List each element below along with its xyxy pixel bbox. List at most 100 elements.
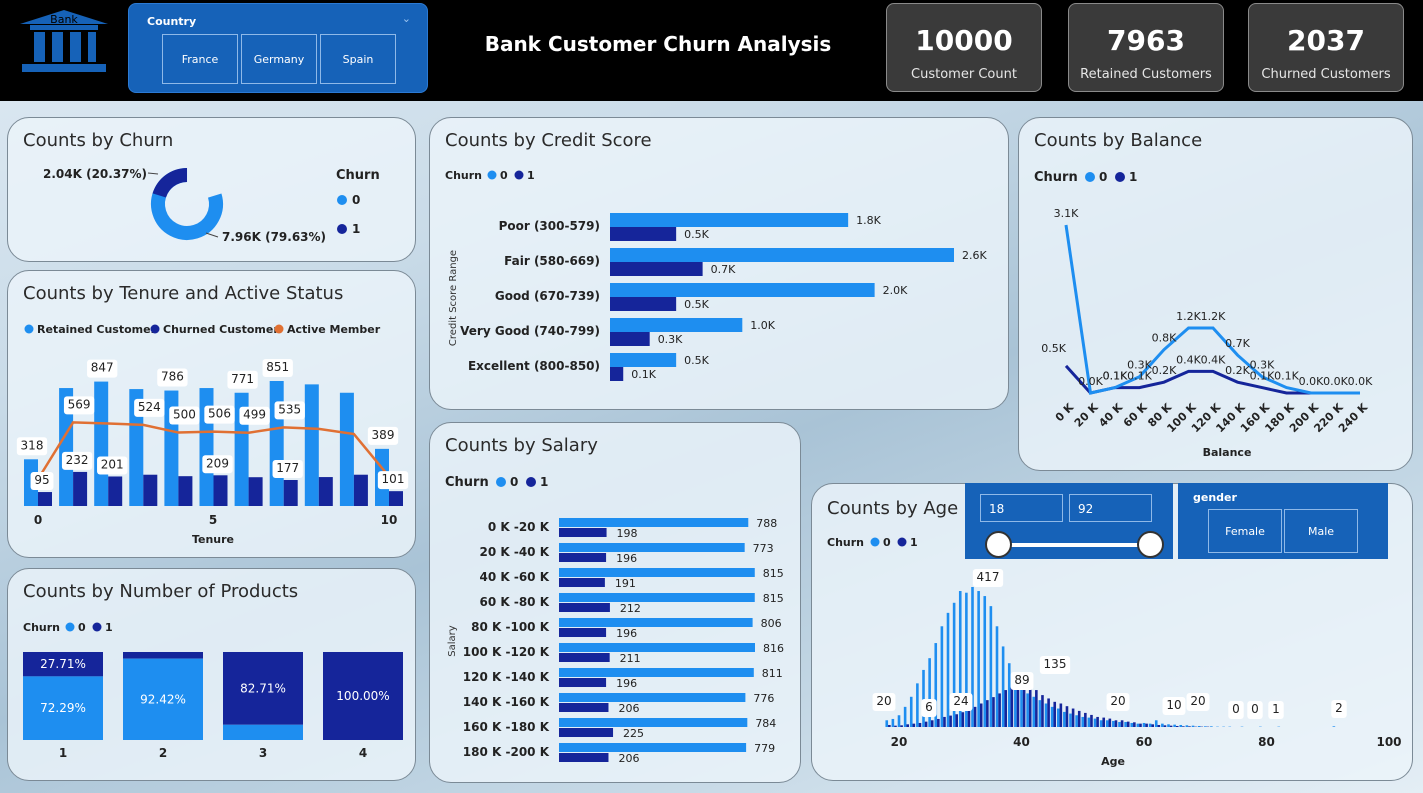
age-bar-1-24	[924, 721, 928, 727]
legend-marker-1	[526, 477, 536, 487]
salary-label-1-7: 206	[618, 702, 639, 715]
age-bar-0-27	[940, 626, 944, 727]
credit-label-0-1: 2.6K	[962, 249, 987, 262]
legend-label-1: 1	[540, 475, 548, 489]
age-bar-1-22	[912, 723, 916, 727]
salary-label-1-9: 206	[618, 752, 639, 765]
x-axis-label: Age	[1101, 755, 1125, 768]
age-max-input[interactable]: 92	[1069, 494, 1152, 522]
balance-label-0-6: 1.2K	[1201, 310, 1226, 323]
gender-option-female[interactable]: Female	[1208, 509, 1282, 553]
slider-handle-min[interactable]	[985, 531, 1012, 558]
age-label-1: 6	[925, 700, 933, 714]
age-bar-1-52	[1096, 716, 1099, 727]
tenure-bar-churned-2	[108, 476, 123, 506]
age-bar-0-35	[989, 606, 993, 727]
age-bar-1-60	[1145, 723, 1148, 727]
tenure-label-active-3: 524	[138, 400, 161, 414]
slider-handle-max[interactable]	[1137, 531, 1164, 558]
legend-label-1: 1	[1129, 170, 1137, 184]
balance-label-0-1: 0.0K	[1078, 375, 1103, 388]
age-bar-1-51	[1090, 714, 1093, 727]
tenure-label-retained-10: 389	[372, 428, 395, 442]
age-label-12: 2	[1335, 701, 1343, 715]
balance-label-1-8: 0.1K	[1250, 370, 1275, 383]
salary-bar-1-2	[559, 578, 605, 587]
salary-tick-1: 20 K -40 K	[479, 545, 549, 559]
tenure-label-active-4: 500	[173, 408, 196, 422]
age-bar-0-91	[1332, 726, 1336, 727]
churn-card: Counts by Churn 2.04K (20.37%) 7.96K (79…	[7, 117, 416, 262]
credit-tick-4: Excellent (800-850)	[468, 359, 600, 373]
tenure-bar-retained-7	[269, 381, 284, 506]
age-bar-1-44	[1047, 698, 1050, 727]
balance-chart: Churn 0 1 3.1K0.0K 0.1K0.3K0.8K1.2K 1.2K0.…	[1034, 170, 1373, 459]
donut-label-churned: 2.04K (20.37%)	[43, 167, 147, 181]
chevron-down-icon[interactable]: ⌄	[402, 12, 411, 25]
age-bar-0-33	[977, 591, 980, 727]
age-bar-1-66	[1182, 726, 1185, 727]
products-label-4-1: 100.00%	[336, 689, 389, 703]
age-bar-1-18	[888, 724, 891, 727]
legend-title: Churn	[827, 536, 864, 549]
age-bar-1-49	[1077, 710, 1081, 727]
age-bar-0-23	[916, 683, 919, 727]
salary-label-1-6: 196	[616, 677, 637, 690]
salary-bar-1-4	[559, 628, 607, 637]
age-bar-0-45	[1050, 706, 1054, 727]
kpi-value: 2037	[1287, 24, 1365, 57]
country-option-france[interactable]: France	[162, 34, 238, 84]
age-bar-1-65	[1175, 725, 1179, 727]
credit-bar-0-4	[610, 353, 677, 367]
age-bar-0-46	[1056, 708, 1060, 727]
tenure-bar-churned-4	[178, 476, 193, 506]
salary-bar-1-6	[559, 678, 607, 687]
age-bar-0-47	[1063, 711, 1066, 727]
balance-label-1-2: 0.1K	[1103, 370, 1128, 383]
logo-text: Bank	[50, 13, 78, 26]
kpi-caption: Customer Count	[911, 67, 1017, 82]
age-bar-0-60	[1142, 722, 1146, 727]
country-slicer-label: Country	[147, 15, 197, 28]
country-option-germany[interactable]: Germany	[241, 34, 317, 84]
legend-marker-1	[514, 170, 524, 180]
age-label-0: 20	[876, 694, 891, 708]
credit-label-0-4: 0.5K	[684, 354, 709, 367]
age-bar-1-67	[1188, 726, 1191, 727]
credit-card: Counts by Credit Score Churn 0 1 Credit …	[429, 117, 1009, 410]
age-bar-0-28	[946, 612, 950, 727]
legend-label-0: 0	[1099, 170, 1107, 184]
legend-marker-0	[65, 622, 75, 632]
tenure-bar-churned-9	[353, 474, 368, 506]
salary-bar-1-1	[559, 553, 607, 562]
age-min-input[interactable]: 18	[980, 494, 1063, 522]
balance-label-0-0: 3.1K	[1054, 207, 1079, 220]
age-tick-60: 60	[1136, 735, 1153, 749]
credit-tick-0: Poor (300-579)	[499, 219, 600, 233]
country-option-spain[interactable]: Spain	[320, 34, 396, 84]
tenure-chart: Retained Customer Churned Customer Activ…	[16, 323, 409, 546]
tenure-label-churned-0: 95	[34, 473, 49, 487]
salary-label-0-7: 776	[753, 692, 774, 705]
age-bar-1-28	[949, 715, 952, 727]
age-bar-0-66	[1179, 724, 1183, 727]
legend-title: Churn	[445, 169, 482, 182]
tenure-label-churned-7: 177	[276, 461, 299, 475]
legend-label-1: 1	[352, 222, 360, 236]
salary-bar-1-7	[559, 703, 609, 712]
products-chart: Churn 0 1 72.29% 27.71% 1 92.42% 2 82.71% 3 100…	[23, 621, 403, 760]
products-tick-3: 3	[259, 746, 267, 760]
gender-option-male[interactable]: Male	[1284, 509, 1358, 553]
salary-tick-3: 60 K -80 K	[479, 595, 549, 609]
age-bar-0-41	[1026, 693, 1029, 727]
legend-marker-1	[92, 622, 102, 632]
age-bar-1-64	[1169, 725, 1173, 727]
balance-label-0-7: 0.7K	[1225, 337, 1250, 350]
balance-label-0-10: 0.0K	[1299, 375, 1324, 388]
salary-label-0-6: 811	[762, 667, 783, 680]
salary-bar-0-3	[559, 593, 755, 602]
dashboard-title: Bank Customer Churn Analysis	[484, 32, 832, 56]
header-bar: Bank Country ⌄ France Germany Spain Bank…	[0, 0, 1423, 101]
legend-label-active: Active Member	[287, 323, 381, 336]
tenure-label-active-5: 506	[208, 407, 231, 421]
